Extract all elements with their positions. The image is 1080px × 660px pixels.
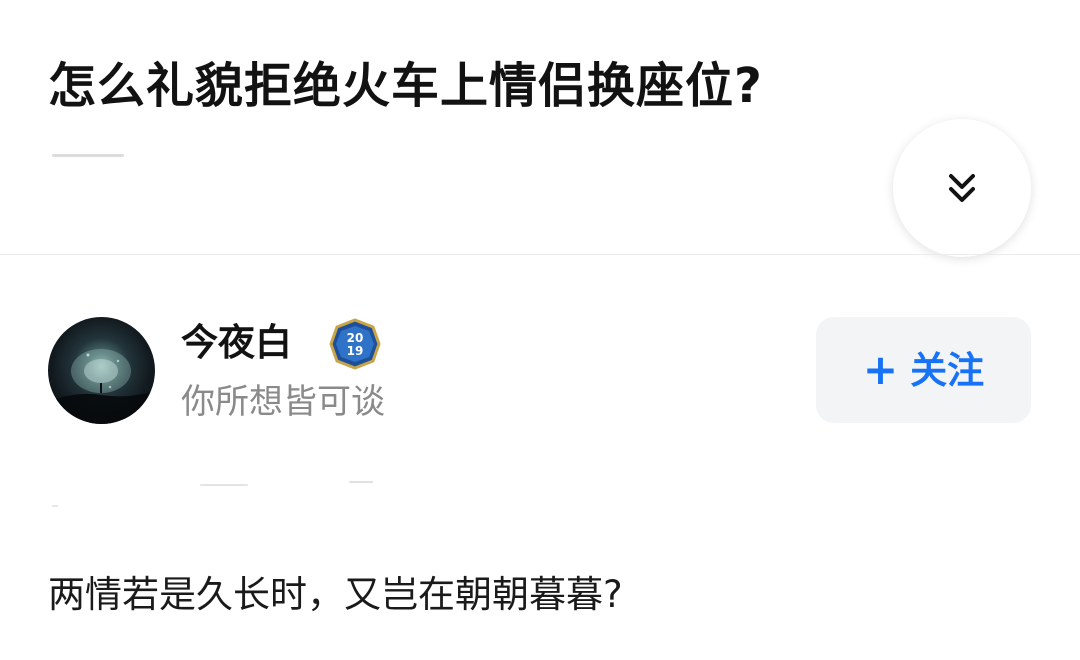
author-name[interactable]: 今夜白 — [181, 317, 292, 369]
svg-text:20: 20 — [347, 331, 364, 345]
avatar-image — [48, 349, 155, 424]
follow-label: 关注 — [910, 348, 985, 392]
section-divider — [0, 254, 1080, 255]
avatar[interactable] — [48, 317, 155, 424]
expand-button[interactable] — [893, 119, 1031, 257]
faint-scribble — [52, 154, 124, 157]
faint-scribble — [349, 481, 373, 483]
answer-text[interactable]: 两情若是久长时，又岂在朝朝暮暮? — [48, 565, 623, 625]
svg-text:19: 19 — [347, 344, 364, 358]
anniversary-badge-icon: 20 19 — [329, 318, 381, 370]
question-page: 怎么礼貌拒绝火车上情侣换座位? 今夜白 20 19 你所想皆可谈 + 关注 两情… — [0, 0, 1080, 660]
plus-icon: + — [862, 345, 899, 394]
author-bio: 你所想皆可谈 — [181, 382, 385, 422]
double-chevron-down-icon — [949, 174, 975, 202]
question-title[interactable]: 怎么礼貌拒绝火车上情侣换座位? — [48, 48, 763, 124]
faint-scribble — [200, 484, 248, 486]
follow-button[interactable]: + 关注 — [816, 317, 1031, 423]
faint-scribble — [52, 505, 58, 507]
